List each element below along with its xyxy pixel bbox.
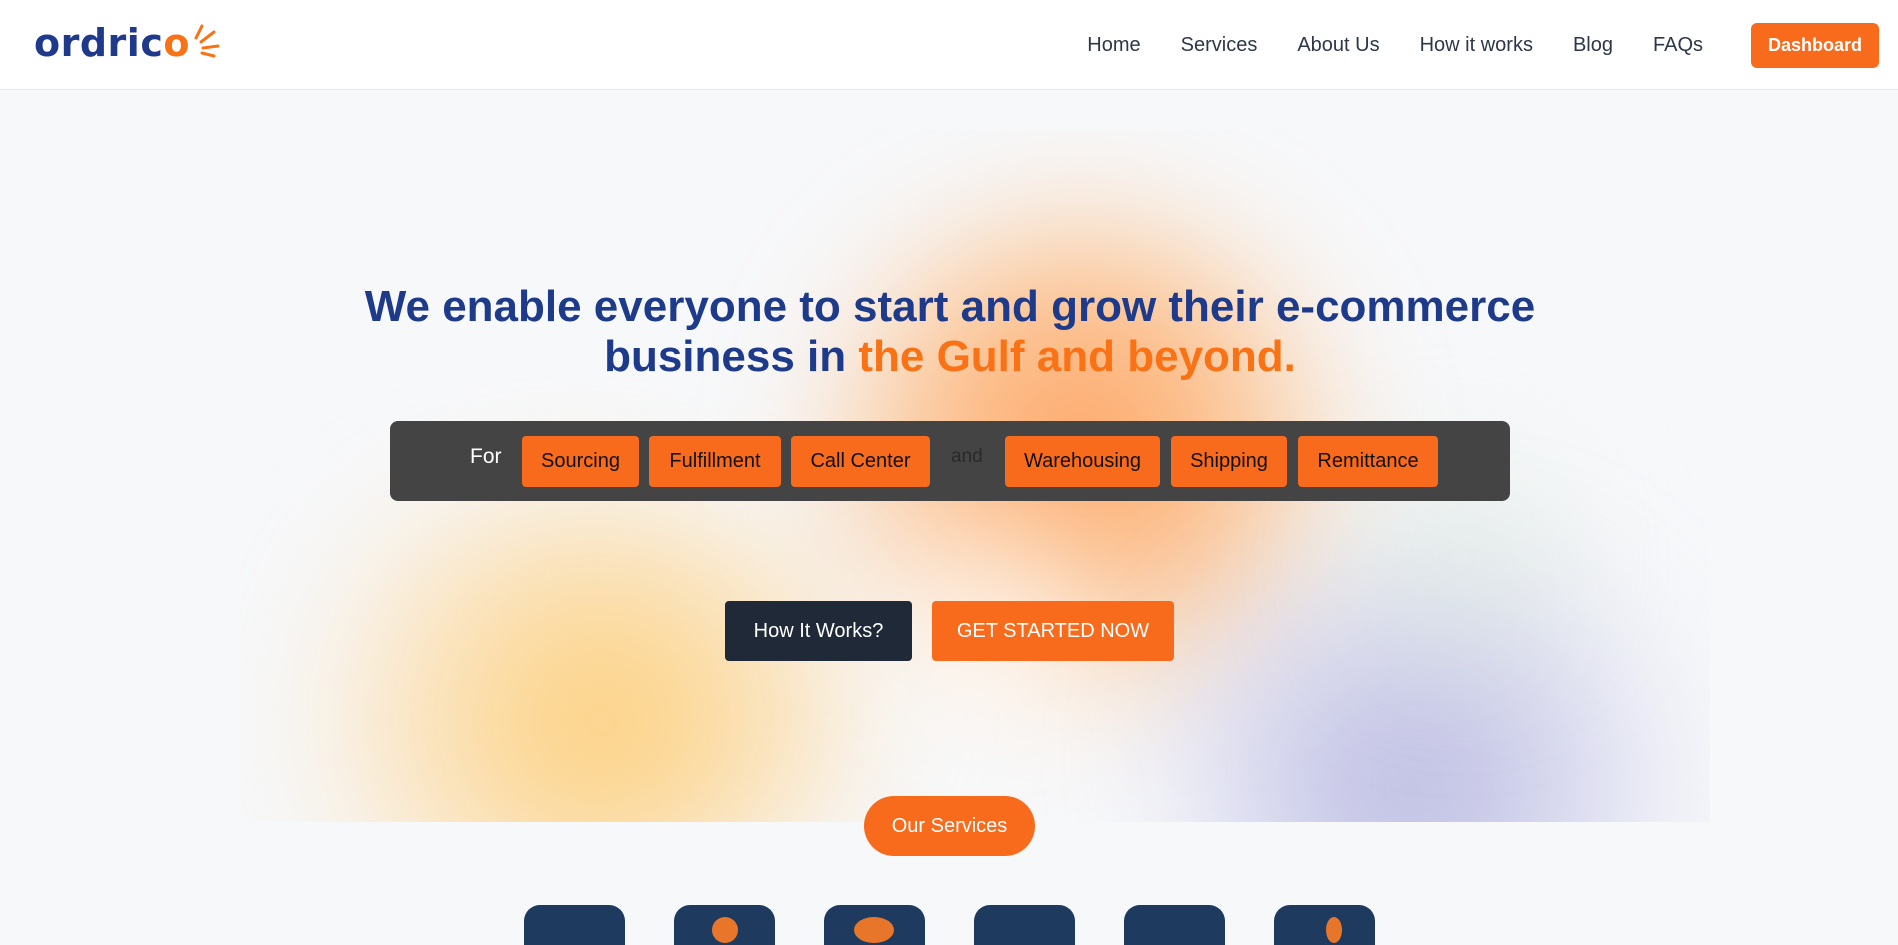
how-it-works-button[interactable]: How It Works?: [725, 601, 912, 661]
our-services-badge: Our Services: [864, 796, 1035, 856]
ordrico-logo[interactable]: ordrico: [34, 18, 220, 68]
nav-how-it-works[interactable]: How it works: [1420, 34, 1533, 57]
nav-blog[interactable]: Blog: [1573, 34, 1613, 57]
nav-home[interactable]: Home: [1087, 34, 1140, 57]
tag-warehousing[interactable]: Warehousing: [1005, 436, 1160, 487]
nav-about-us[interactable]: About Us: [1297, 34, 1379, 57]
logo-wordmark: ordrico: [34, 21, 190, 65]
tag-remittance[interactable]: Remittance: [1298, 436, 1438, 487]
service-icon-3[interactable]: [824, 905, 925, 945]
service-icon-5[interactable]: [1124, 905, 1225, 945]
service-tags-bar: For Sourcing Fulfillment Call Center and…: [390, 421, 1510, 501]
dashboard-button[interactable]: Dashboard: [1751, 23, 1879, 68]
tag-shipping[interactable]: Shipping: [1171, 436, 1287, 487]
tags-prefix-label: For: [470, 445, 502, 468]
service-icon-6[interactable]: [1274, 905, 1375, 945]
tag-call-center[interactable]: Call Center: [791, 436, 930, 487]
service-icon-1[interactable]: [524, 905, 625, 945]
hero-headline: We enable everyone to start and grow the…: [360, 282, 1540, 382]
tag-fulfillment[interactable]: Fulfillment: [649, 436, 781, 487]
service-icon-2[interactable]: [674, 905, 775, 945]
nav-faqs[interactable]: FAQs: [1653, 34, 1703, 57]
main-nav: Home Services About Us How it works Blog…: [1087, 0, 1703, 90]
nav-services[interactable]: Services: [1181, 34, 1258, 57]
get-started-button[interactable]: GET STARTED NOW: [932, 601, 1174, 661]
tags-joiner-label: and: [951, 446, 983, 467]
service-icon-4[interactable]: [974, 905, 1075, 945]
headline-accent-text: the Gulf and beyond.: [858, 332, 1296, 381]
tag-sourcing[interactable]: Sourcing: [522, 436, 639, 487]
sun-rays-icon: [194, 24, 220, 58]
site-header: ordrico Home Services About Us How it wo…: [0, 0, 1898, 90]
